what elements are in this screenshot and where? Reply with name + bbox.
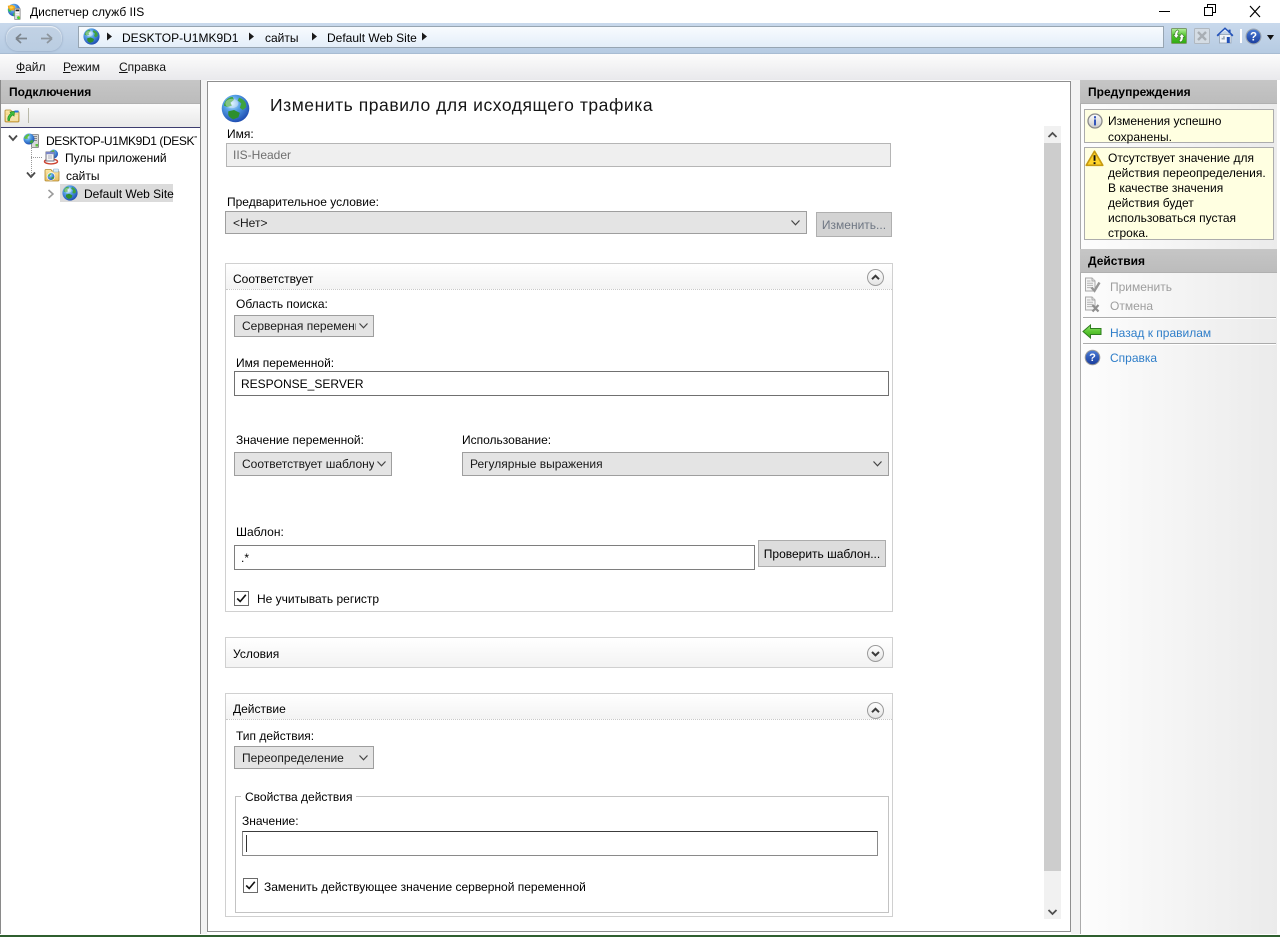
svg-text:?: ? [1250, 31, 1257, 43]
svg-text:?: ? [1089, 352, 1096, 364]
